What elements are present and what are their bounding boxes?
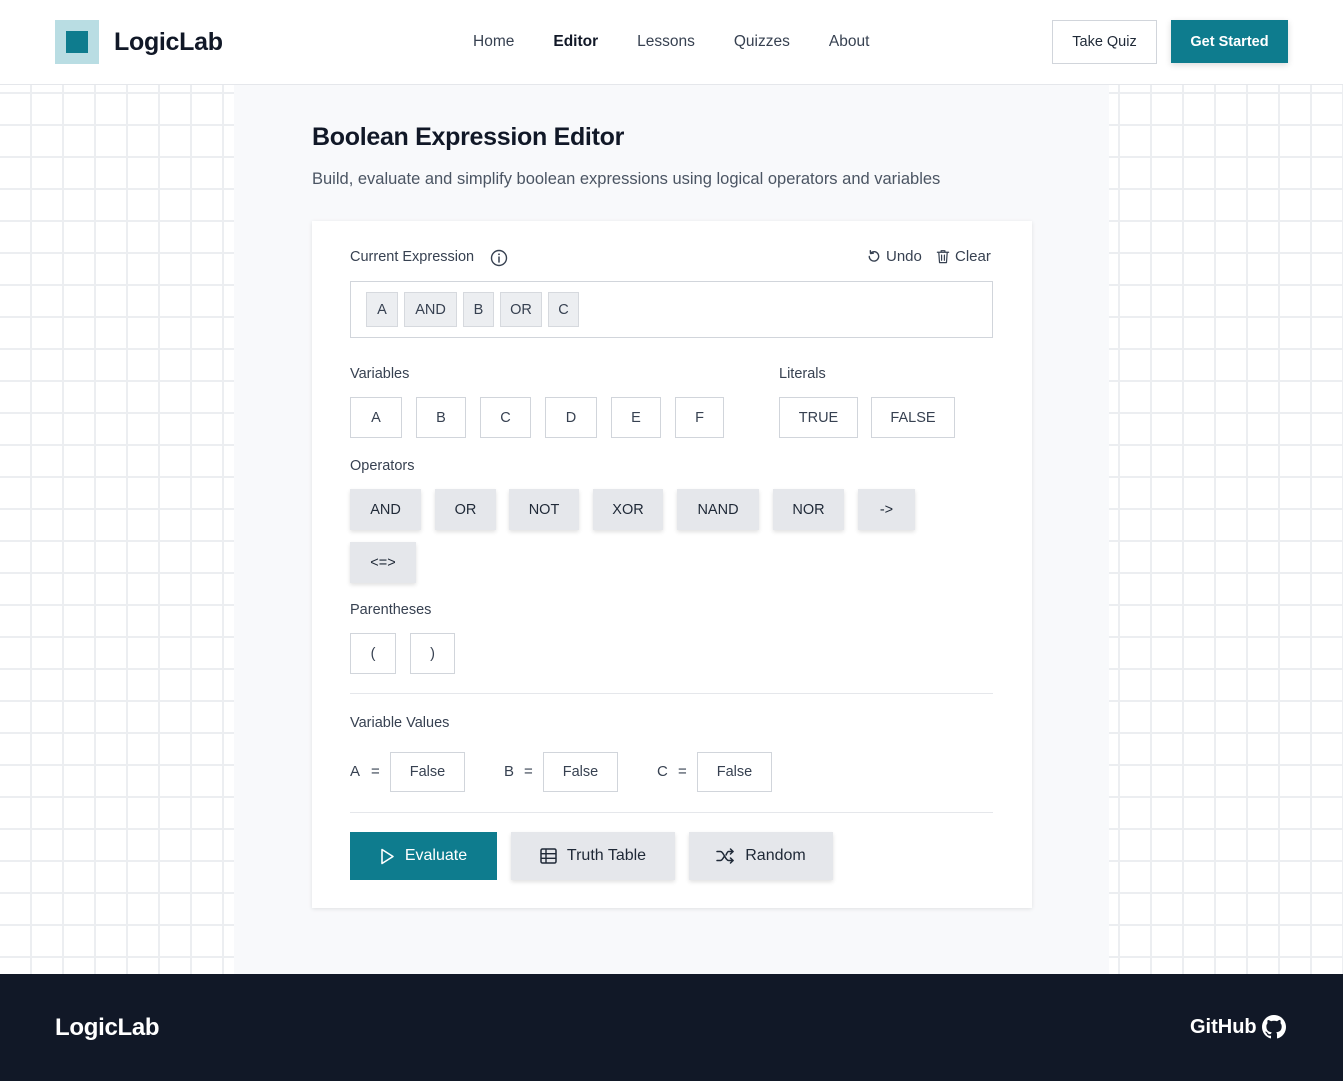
expression-token[interactable]: C — [548, 292, 579, 327]
operator-button-nor[interactable]: NOR — [773, 489, 844, 530]
operator-button-nand[interactable]: NAND — [677, 489, 759, 530]
page-subtitle: Build, evaluate and simplify boolean exp… — [312, 170, 941, 188]
truth-table-button[interactable]: Truth Table — [511, 832, 675, 880]
undo-button[interactable]: Undo — [866, 248, 922, 265]
expression-input[interactable]: A AND B OR C — [350, 281, 993, 338]
divider — [350, 812, 993, 813]
variable-values-label: Variable Values — [350, 715, 450, 731]
paren-close-button[interactable]: ) — [410, 633, 455, 674]
variable-value-name-b: B — [504, 763, 515, 780]
get-started-button[interactable]: Get Started — [1171, 20, 1288, 63]
variable-button-e[interactable]: E — [611, 397, 661, 438]
literals-label: Literals — [779, 366, 826, 382]
nav-editor[interactable]: Editor — [553, 33, 598, 51]
nav-home[interactable]: Home — [473, 33, 514, 51]
operator-button-or[interactable]: OR — [435, 489, 496, 530]
variable-button-f[interactable]: F — [675, 397, 724, 438]
expression-token[interactable]: B — [463, 292, 494, 327]
variable-value-b[interactable]: False — [543, 752, 618, 792]
divider — [350, 693, 993, 694]
logo[interactable]: LogicLab — [55, 20, 223, 64]
random-label: Random — [745, 847, 806, 864]
variable-button-d[interactable]: D — [545, 397, 597, 438]
operator-button-not[interactable]: NOT — [509, 489, 579, 530]
nav-lessons[interactable]: Lessons — [637, 33, 695, 51]
truth-table-label: Truth Table — [566, 847, 647, 864]
variable-value-c[interactable]: False — [697, 752, 772, 792]
current-expression-label: Current Expression — [350, 249, 475, 265]
github-icon — [1261, 1015, 1286, 1039]
clear-button[interactable]: Clear — [936, 248, 991, 265]
variable-button-a[interactable]: A — [350, 397, 402, 438]
info-icon[interactable] — [490, 249, 508, 267]
github-link[interactable]: GitHub — [1190, 1015, 1286, 1039]
undo-label: Undo — [886, 248, 922, 265]
nav-quizzes[interactable]: Quizzes — [734, 33, 790, 51]
variable-value-name-c: C — [657, 763, 668, 780]
editor-card: Current Expression Undo Clear A AND B OR… — [312, 221, 1032, 908]
evaluate-label: Evaluate — [404, 847, 468, 864]
table-icon — [540, 848, 557, 864]
operators-label: Operators — [350, 458, 415, 474]
variable-value-a[interactable]: False — [390, 752, 465, 792]
shuffle-icon — [716, 848, 734, 864]
variable-button-c[interactable]: C — [480, 397, 531, 438]
evaluate-button[interactable]: Evaluate — [350, 832, 497, 880]
site-footer: LogicLab GitHub — [0, 974, 1343, 1081]
nav-about[interactable]: About — [829, 33, 870, 51]
logo-mark — [55, 20, 99, 64]
page-title: Boolean Expression Editor — [312, 123, 625, 151]
footer-logo[interactable]: LogicLab — [55, 1014, 160, 1042]
random-button[interactable]: Random — [689, 832, 833, 880]
equals-sign: = — [371, 763, 380, 780]
operator-button-xor[interactable]: XOR — [593, 489, 663, 530]
expression-token[interactable]: AND — [404, 292, 457, 327]
equals-sign: = — [678, 763, 687, 780]
trash-icon — [936, 250, 950, 264]
variable-value-name-a: A — [350, 763, 361, 780]
literal-button-true[interactable]: TRUE — [779, 397, 858, 438]
clear-label: Clear — [955, 248, 991, 265]
expression-token[interactable]: A — [366, 292, 398, 327]
equals-sign: = — [524, 763, 533, 780]
variables-label: Variables — [350, 366, 410, 382]
literal-button-false[interactable]: FALSE — [871, 397, 955, 438]
logo-text: LogicLab — [114, 27, 223, 56]
undo-icon — [868, 249, 880, 262]
operator-button-and[interactable]: AND — [350, 489, 421, 530]
site-header: LogicLab Home Editor Lessons Quizzes Abo… — [0, 0, 1343, 85]
operator-button-implies[interactable]: -> — [858, 489, 915, 530]
parentheses-label: Parentheses — [350, 602, 432, 618]
paren-open-button[interactable]: ( — [350, 633, 396, 674]
play-icon — [381, 848, 394, 864]
operator-button-iff[interactable]: <=> — [350, 542, 416, 583]
variable-button-b[interactable]: B — [416, 397, 466, 438]
expression-tokens: A AND B OR C — [366, 292, 585, 327]
take-quiz-button[interactable]: Take Quiz — [1052, 20, 1157, 64]
main-nav: Home Editor Lessons Quizzes About — [473, 33, 908, 51]
expression-token[interactable]: OR — [500, 292, 542, 327]
github-label: GitHub — [1190, 1015, 1257, 1038]
